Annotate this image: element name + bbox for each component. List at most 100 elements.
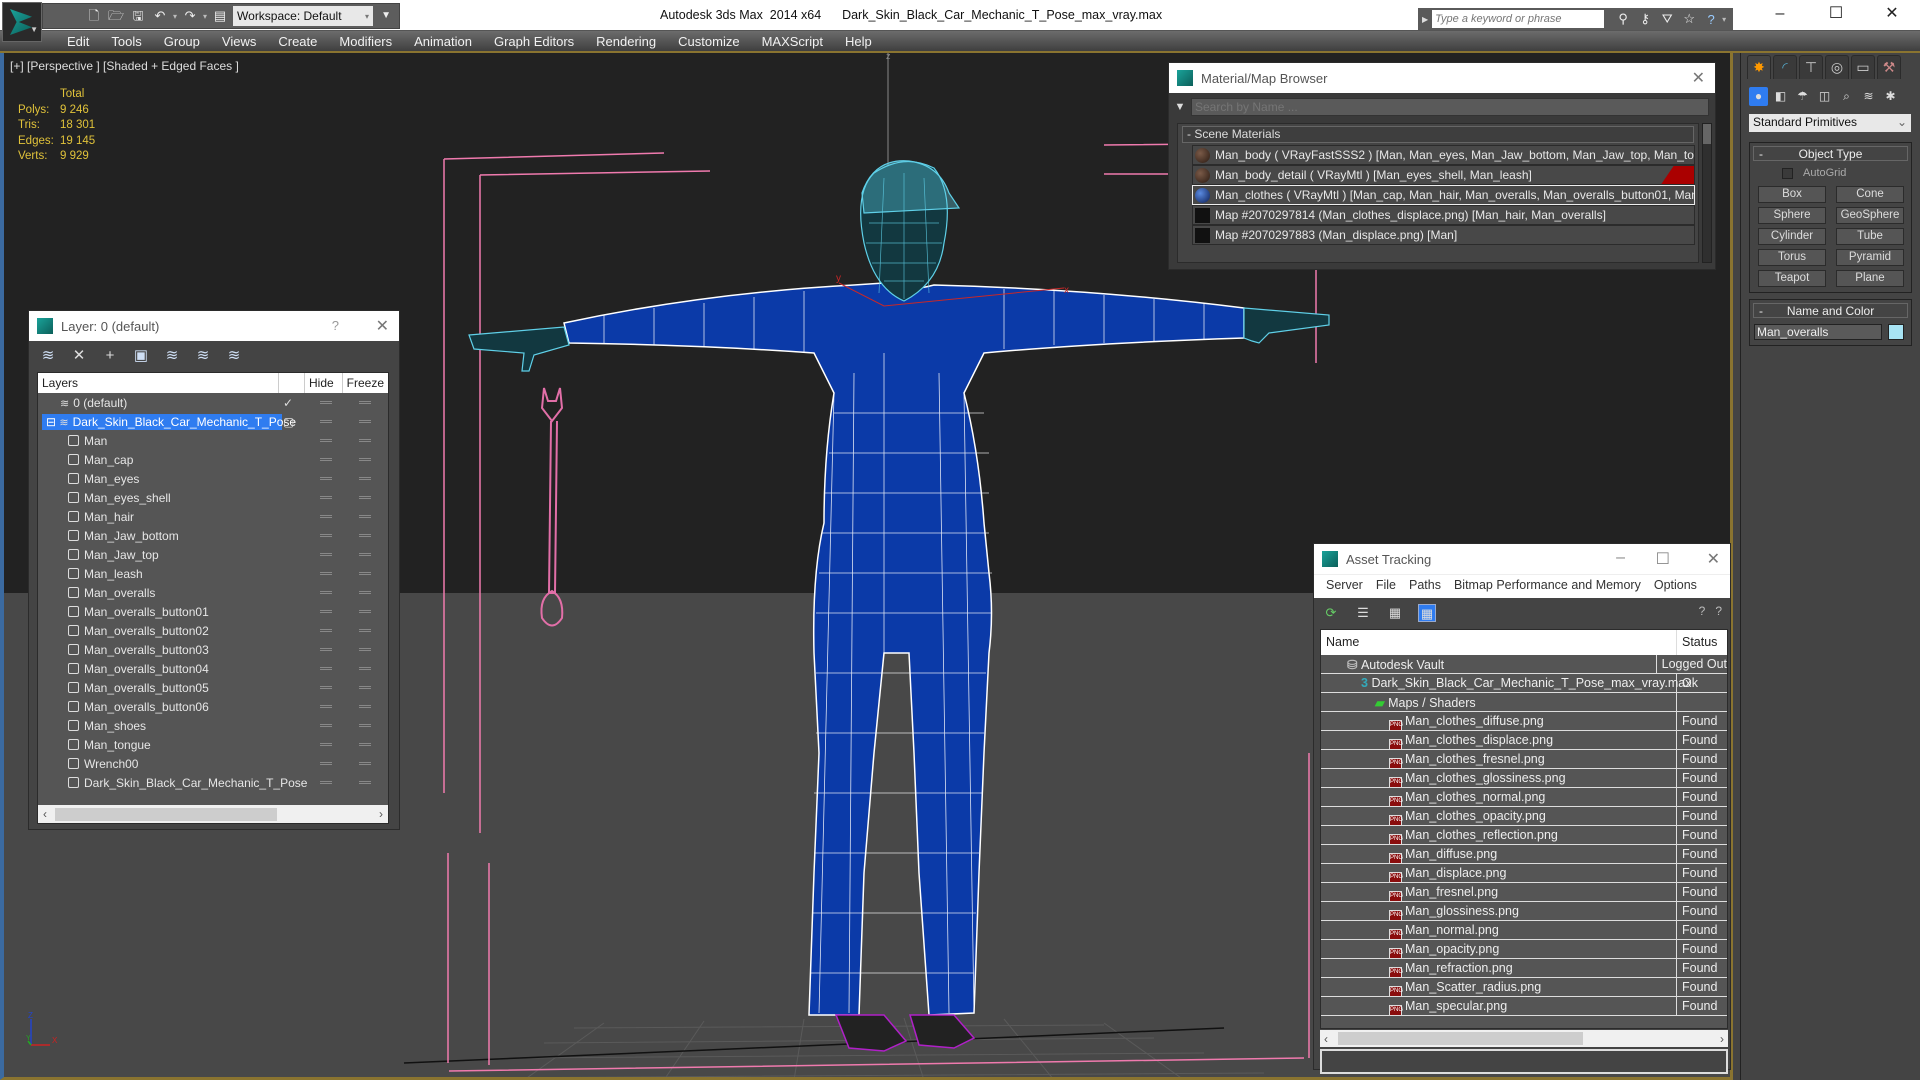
open-file-icon[interactable]: 🗁 bbox=[107, 7, 125, 25]
keyword-search-input[interactable] bbox=[1432, 10, 1605, 28]
primitive-pyramid-button[interactable]: Pyramid bbox=[1836, 249, 1904, 266]
layer-horizontal-scrollbar[interactable]: ‹ › bbox=[38, 805, 388, 823]
hierarchy-tab-icon[interactable]: ⊤ bbox=[1799, 55, 1823, 79]
primitive-torus-button[interactable]: Torus bbox=[1758, 249, 1826, 266]
maximize-icon[interactable]: ☐ bbox=[1656, 549, 1670, 569]
close-button[interactable]: ✕ bbox=[1864, 0, 1920, 30]
menu-views[interactable]: Views bbox=[211, 31, 267, 51]
systems-icon[interactable]: ✱ bbox=[1881, 87, 1900, 106]
hide-toggle[interactable] bbox=[320, 401, 332, 404]
minimize-button[interactable]: – bbox=[1752, 0, 1808, 30]
layer-object-row[interactable]: Man_cap bbox=[38, 450, 388, 469]
layer-object-row[interactable]: Man_hair bbox=[38, 507, 388, 526]
scroll-left-icon[interactable]: ‹ bbox=[1324, 1032, 1328, 1046]
object-type-header[interactable]: - Object Type bbox=[1753, 146, 1908, 161]
collapse-icon[interactable]: ⊟ bbox=[46, 415, 59, 429]
menu-create[interactable]: Create bbox=[267, 31, 328, 51]
application-menu-button[interactable]: ▼ bbox=[2, 2, 42, 42]
asset-row[interactable]: PNG Man_fresnel.png Found bbox=[1321, 883, 1727, 902]
layer-object-row[interactable]: Wrench00 bbox=[38, 754, 388, 773]
create-layer-icon[interactable]: ≋ bbox=[39, 347, 57, 365]
help-dropdown-icon[interactable]: ▾ bbox=[1722, 15, 1726, 24]
menu-animation[interactable]: Animation bbox=[403, 31, 483, 51]
layer-manager-titlebar[interactable]: Layer: 0 (default) ? ✕ bbox=[29, 311, 399, 341]
menu-modifiers[interactable]: Modifiers bbox=[328, 31, 403, 51]
freeze-toggle[interactable] bbox=[359, 762, 371, 765]
asset-row[interactable]: ⛁ Autodesk Vault Logged Out bbox=[1321, 655, 1727, 674]
hide-toggle[interactable] bbox=[320, 648, 332, 651]
primitive-geosphere-button[interactable]: GeoSphere bbox=[1836, 207, 1904, 224]
close-icon[interactable]: ✕ bbox=[1707, 549, 1720, 569]
asset-menu-file[interactable]: File bbox=[1370, 575, 1403, 598]
asset-tracking-titlebar[interactable]: Asset Tracking – ☐ ✕ bbox=[1314, 544, 1730, 574]
hide-toggle[interactable] bbox=[320, 458, 332, 461]
menu-rendering[interactable]: Rendering bbox=[585, 31, 667, 51]
layer-object-row[interactable]: Man_overalls_button01 bbox=[38, 602, 388, 621]
material-item[interactable]: Man_body ( VRayFastSSS2 ) [Man, Man_eyes… bbox=[1192, 145, 1695, 165]
new-file-icon[interactable]: 🗋 bbox=[85, 7, 103, 25]
hide-toggle[interactable] bbox=[320, 743, 332, 746]
asset-row[interactable]: 3 Dark_Skin_Black_Car_Mechanic_T_Pose_ma… bbox=[1321, 674, 1727, 693]
list-view-icon[interactable]: ☰ bbox=[1354, 604, 1372, 622]
layer-object-row[interactable]: Man_overalls bbox=[38, 583, 388, 602]
cameras-icon[interactable]: ◫ bbox=[1815, 87, 1834, 106]
asset-row[interactable]: PNG Man_clothes_diffuse.png Found bbox=[1321, 712, 1727, 731]
help-icon[interactable]: ? bbox=[1700, 12, 1722, 27]
freeze-toggle[interactable] bbox=[359, 667, 371, 670]
redo-dropdown-icon[interactable]: ▾ bbox=[203, 12, 207, 21]
hide-toggle[interactable] bbox=[320, 686, 332, 689]
layer-object-row[interactable]: Dark_Skin_Black_Car_Mechanic_T_Pose bbox=[38, 773, 388, 792]
hide-toggle[interactable] bbox=[320, 724, 332, 727]
freeze-toggle[interactable] bbox=[359, 591, 371, 594]
autogrid-checkbox[interactable]: AutoGrid bbox=[1750, 165, 1911, 181]
freeze-toggle[interactable] bbox=[359, 496, 371, 499]
asset-row[interactable]: PNG Man_clothes_glossiness.png Found bbox=[1321, 769, 1727, 788]
asset-menu-options[interactable]: Options bbox=[1648, 575, 1704, 598]
asset-row[interactable]: PNG Man_displace.png Found bbox=[1321, 864, 1727, 883]
col-status[interactable]: Status bbox=[1677, 630, 1717, 655]
layer-object-row[interactable]: Man_overalls_button04 bbox=[38, 659, 388, 678]
material-browser-titlebar[interactable]: Material/Map Browser ✕ bbox=[1169, 63, 1715, 93]
minimize-icon[interactable]: – bbox=[1616, 549, 1625, 567]
asset-row[interactable]: PNG Man_clothes_displace.png Found bbox=[1321, 731, 1727, 750]
object-name-input[interactable] bbox=[1754, 324, 1882, 340]
binoculars-icon[interactable]: ⚲ bbox=[1612, 11, 1634, 27]
asset-row[interactable]: PNG Man_clothes_normal.png Found bbox=[1321, 788, 1727, 807]
current-layer-check-icon[interactable]: ✓ bbox=[283, 396, 293, 410]
asset-menu-bitmap-performance[interactable]: Bitmap Performance and Memory bbox=[1448, 575, 1648, 598]
help-local-icon[interactable]: ? bbox=[1715, 604, 1722, 618]
layer-object-row[interactable]: Man_shoes bbox=[38, 716, 388, 735]
hide-toggle[interactable] bbox=[320, 629, 332, 632]
satellite-icon[interactable]: ⛛ bbox=[1656, 11, 1678, 27]
hide-toggle[interactable] bbox=[320, 762, 332, 765]
undo-dropdown-icon[interactable]: ▾ bbox=[173, 12, 177, 21]
shapes-icon[interactable]: ◧ bbox=[1771, 87, 1790, 106]
hide-toggle[interactable] bbox=[320, 420, 332, 423]
freeze-toggle[interactable] bbox=[359, 553, 371, 556]
lights-icon[interactable]: ☂ bbox=[1793, 87, 1812, 106]
refresh-icon[interactable]: ⟳ bbox=[1322, 604, 1340, 622]
layer-object-row[interactable]: Man_Jaw_top bbox=[38, 545, 388, 564]
layer-object-row[interactable]: Man_leash bbox=[38, 564, 388, 583]
redo-icon[interactable]: ↷ bbox=[181, 7, 199, 25]
close-icon[interactable]: ✕ bbox=[1692, 68, 1705, 88]
primitive-box-button[interactable]: Box bbox=[1758, 186, 1826, 203]
layer-object-row[interactable]: Man_overalls_button02 bbox=[38, 621, 388, 640]
layer-object-row[interactable]: Man_overalls_button03 bbox=[38, 640, 388, 659]
menu-group[interactable]: Group bbox=[153, 31, 211, 51]
select-layer-icon[interactable]: ≋ bbox=[163, 347, 181, 365]
utilities-tab-icon[interactable]: ⚒ bbox=[1877, 55, 1901, 79]
helpers-icon[interactable]: ⌕ bbox=[1837, 87, 1856, 106]
hide-toggle[interactable] bbox=[320, 591, 332, 594]
scene-materials-group-header[interactable]: - Scene Materials bbox=[1182, 126, 1694, 143]
hide-toggle[interactable] bbox=[320, 705, 332, 708]
primitive-plane-button[interactable]: Plane bbox=[1836, 270, 1904, 287]
modify-tab-icon[interactable]: ◜ bbox=[1773, 55, 1797, 79]
col-freeze[interactable]: Freeze bbox=[343, 373, 388, 393]
project-folder-icon[interactable]: ▤ bbox=[211, 7, 229, 25]
asset-row[interactable]: PNG Man_Scatter_radius.png Found bbox=[1321, 978, 1727, 997]
star-icon[interactable]: ☆ bbox=[1678, 11, 1700, 27]
layer-object-row[interactable]: Man_tongue bbox=[38, 735, 388, 754]
name-color-header[interactable]: - Name and Color bbox=[1753, 303, 1908, 318]
scrollbar-thumb[interactable] bbox=[1338, 1032, 1583, 1045]
